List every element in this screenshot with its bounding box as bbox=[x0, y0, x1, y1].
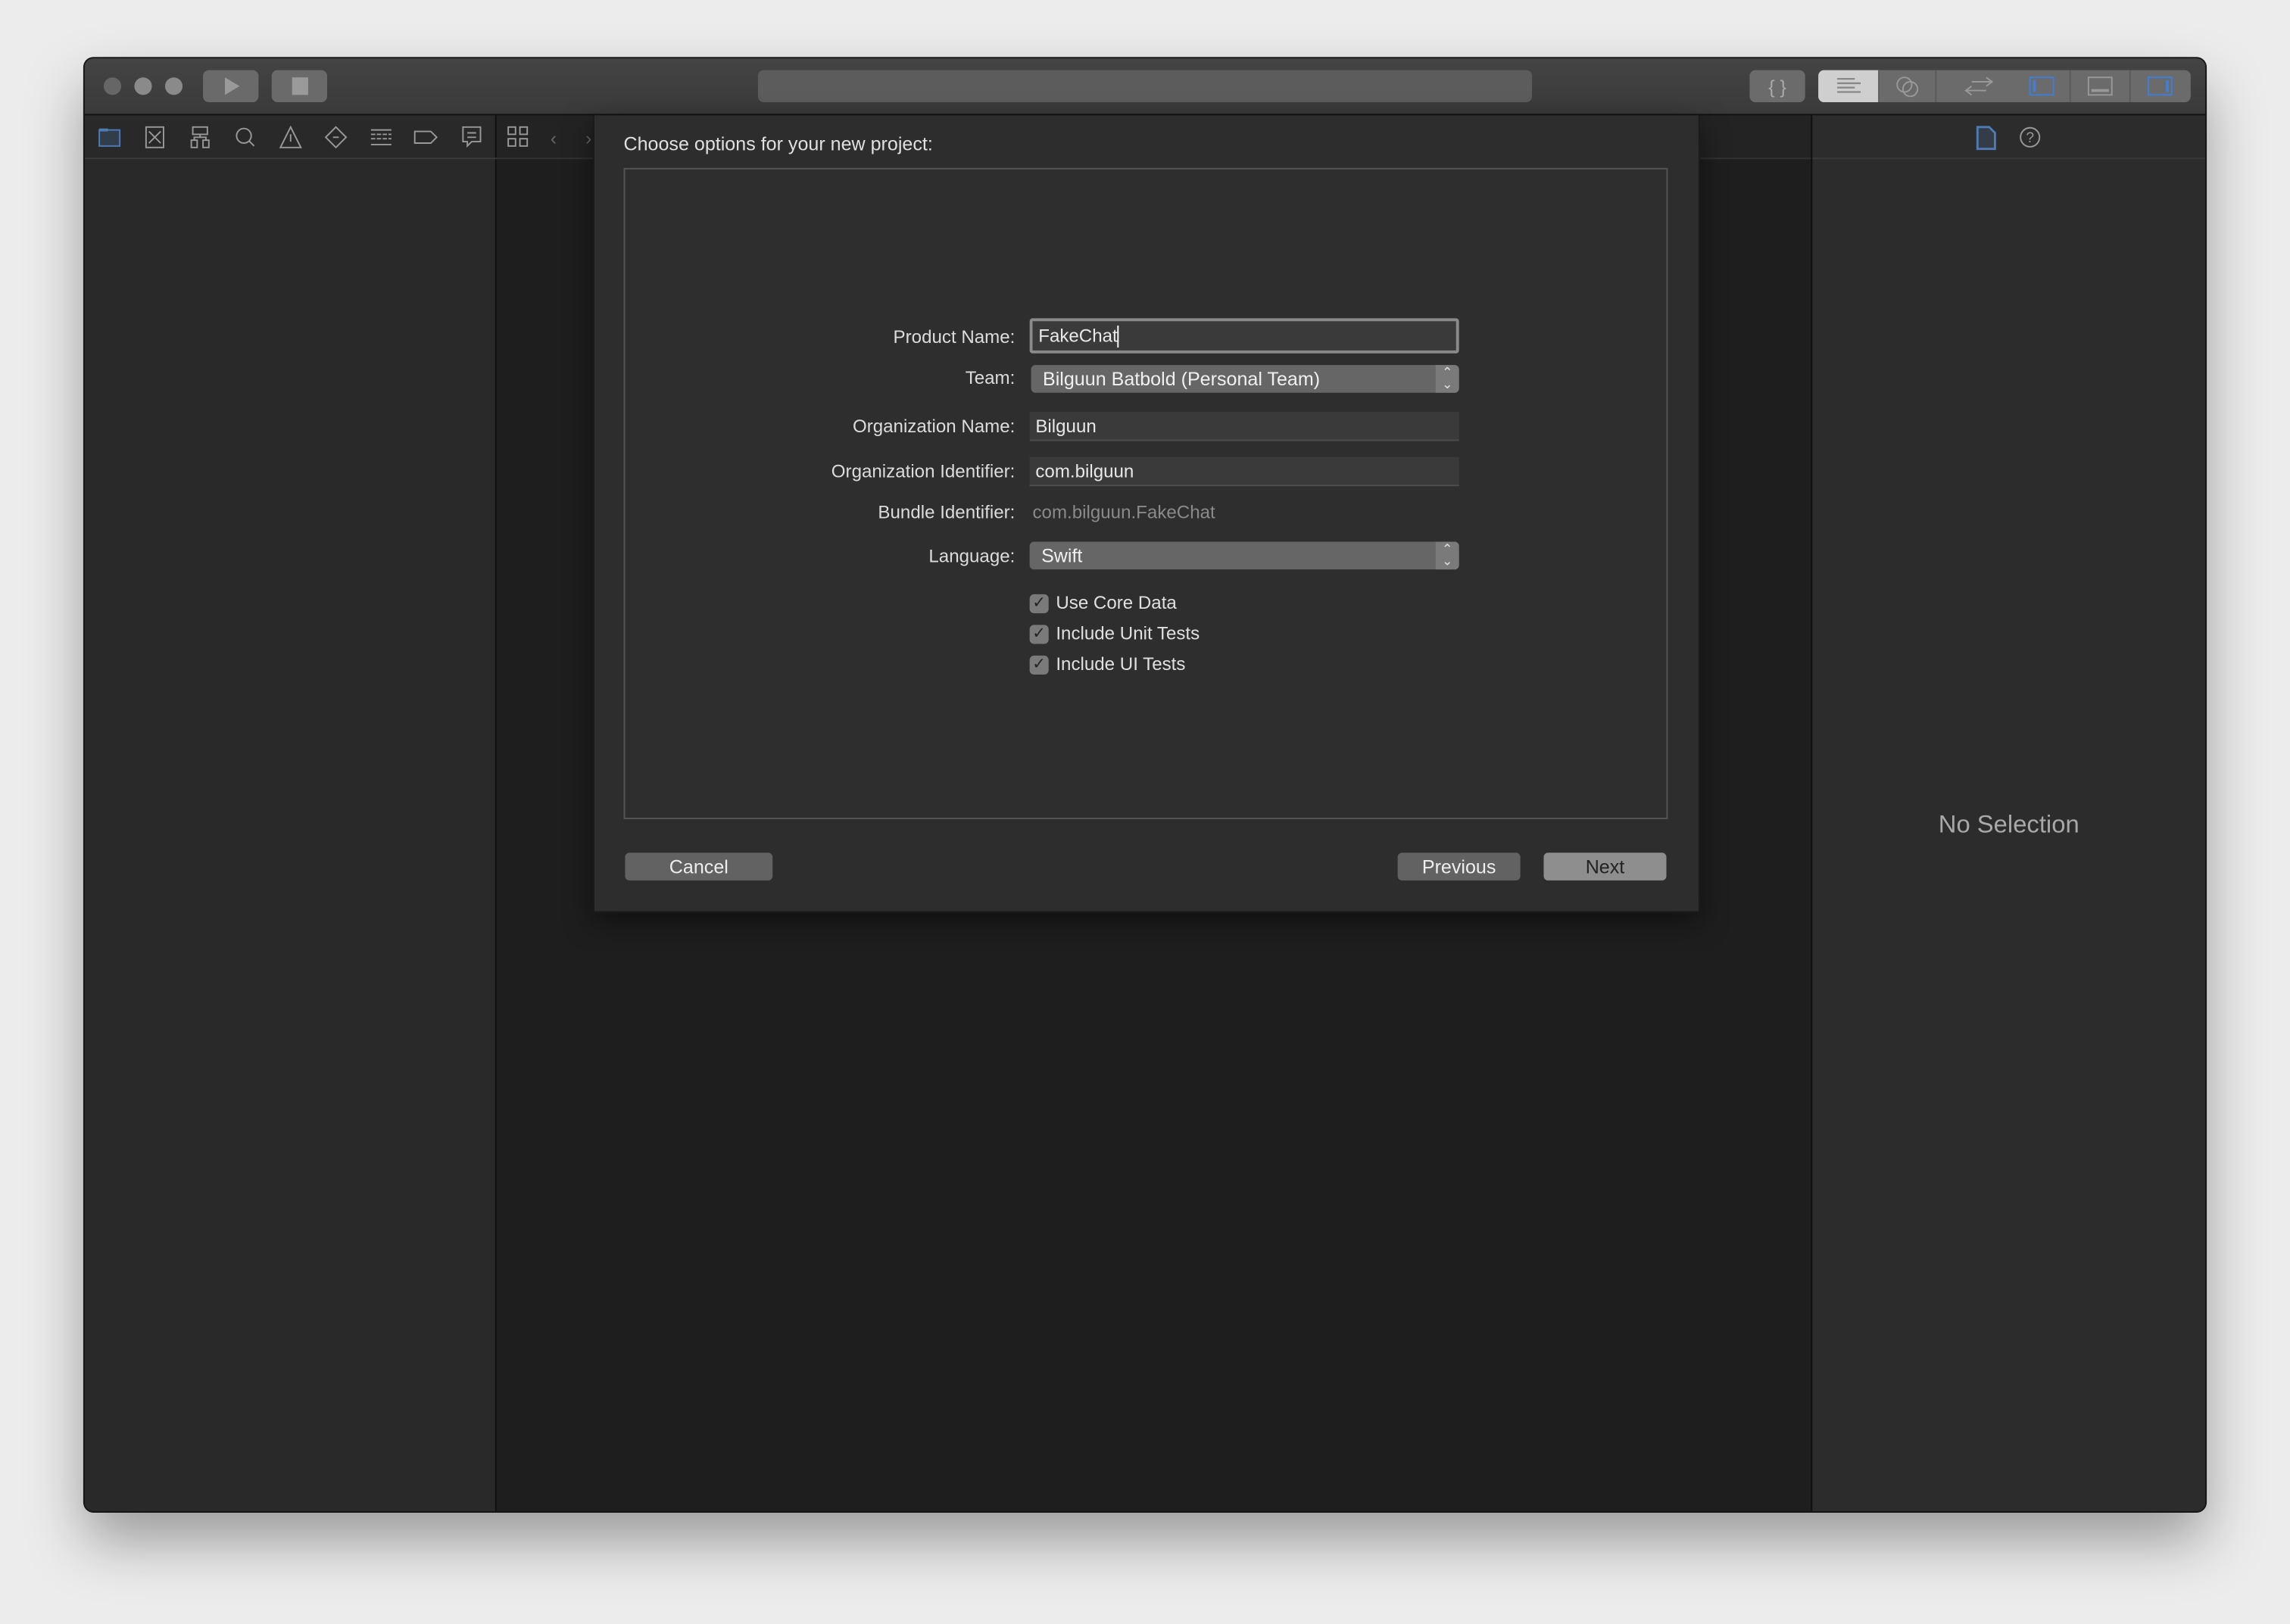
checkbox-label: Use Core Data bbox=[1056, 592, 1177, 613]
language-popup[interactable]: Swift ⌃ ⌄ bbox=[1029, 541, 1459, 570]
assistant-editor-icon[interactable] bbox=[1880, 70, 1937, 102]
help-icon[interactable]: ? bbox=[2017, 124, 2043, 151]
navigator-panel-icon[interactable] bbox=[2013, 70, 2072, 102]
xcode-window: { } ‹ › ? No Selection Choose options fo… bbox=[84, 58, 2206, 1512]
back-chevron-icon[interactable]: ‹ bbox=[541, 124, 567, 151]
checkbox-label: Include UI Tests bbox=[1056, 653, 1186, 675]
use-core-data-checkbox[interactable]: ✓ Use Core Data bbox=[1029, 592, 1177, 613]
test-diamond-icon[interactable] bbox=[323, 123, 349, 150]
file-icon[interactable] bbox=[1973, 124, 1999, 151]
cancel-button[interactable]: Cancel bbox=[625, 853, 773, 881]
sheet-title: Choose options for your new project: bbox=[623, 132, 933, 155]
checkbox-label: Include Unit Tests bbox=[1056, 623, 1200, 644]
bundle-identifier-value: com.bilguun.FakeChat bbox=[1032, 502, 1215, 523]
inspector-panel-icon[interactable] bbox=[2130, 70, 2191, 102]
standard-editor-icon[interactable] bbox=[1818, 70, 1880, 102]
team-label: Team: bbox=[965, 367, 1016, 388]
text-cursor bbox=[1117, 326, 1119, 348]
stop-icon bbox=[292, 77, 308, 95]
minimize-window-button[interactable] bbox=[134, 77, 152, 95]
debug-list-icon[interactable] bbox=[368, 123, 395, 150]
product-name-label: Product Name: bbox=[893, 326, 1016, 348]
inspector-pane: ? No Selection bbox=[1812, 115, 2206, 1512]
play-icon bbox=[224, 77, 240, 95]
report-bubble-icon[interactable] bbox=[459, 123, 485, 150]
activity-view bbox=[757, 70, 1533, 102]
product-name-value: FakeChat bbox=[1038, 326, 1118, 347]
stop-button[interactable] bbox=[271, 70, 327, 102]
navigator-pane bbox=[84, 115, 507, 1512]
include-unit-tests-checkbox[interactable]: ✓ Include Unit Tests bbox=[1029, 623, 1200, 644]
options-box bbox=[623, 167, 1668, 819]
editor-mode-control[interactable] bbox=[1818, 70, 2023, 102]
checkmark-icon: ✓ bbox=[1029, 654, 1049, 675]
next-button[interactable]: Next bbox=[1543, 853, 1667, 881]
inspector-selector-bar: ? bbox=[1812, 115, 2206, 160]
zoom-window-button[interactable] bbox=[164, 77, 183, 95]
product-name-input[interactable]: FakeChat bbox=[1029, 318, 1459, 354]
organization-identifier-label: Organization Identifier: bbox=[831, 461, 1016, 482]
library-button[interactable]: { } bbox=[1749, 70, 1805, 102]
related-items-icon[interactable] bbox=[505, 124, 532, 151]
panel-toggle-control[interactable] bbox=[2012, 70, 2191, 102]
bundle-identifier-label: Bundle Identifier: bbox=[878, 502, 1016, 523]
language-label: Language: bbox=[928, 546, 1016, 567]
debug-area-icon[interactable] bbox=[2071, 70, 2131, 102]
include-ui-tests-checkbox[interactable]: ✓ Include UI Tests bbox=[1029, 653, 1186, 675]
checkmark-icon: ✓ bbox=[1029, 624, 1049, 644]
language-value: Swift bbox=[1041, 544, 1083, 567]
organization-identifier-input[interactable]: com.bilguun bbox=[1029, 457, 1459, 487]
braces-icon: { } bbox=[1768, 75, 1786, 98]
navigator-selector-bar bbox=[84, 115, 507, 160]
breakpoint-tag-icon[interactable] bbox=[413, 123, 440, 150]
close-window-button[interactable] bbox=[103, 77, 122, 95]
previous-button[interactable]: Previous bbox=[1397, 853, 1521, 881]
source-control-icon[interactable] bbox=[142, 123, 168, 150]
organization-name-input[interactable]: Bilguun bbox=[1029, 411, 1459, 441]
organization-name-label: Organization Name: bbox=[852, 416, 1016, 437]
symbol-hierarchy-icon[interactable] bbox=[187, 123, 214, 150]
toolbar: { } bbox=[84, 58, 2206, 116]
no-selection-label: No Selection bbox=[1938, 810, 2079, 838]
up-down-chevron-icon: ⌃ ⌄ bbox=[1435, 541, 1459, 570]
run-button[interactable] bbox=[203, 70, 259, 102]
folder-icon[interactable] bbox=[96, 123, 123, 150]
version-editor-icon[interactable] bbox=[1936, 70, 2023, 102]
search-icon[interactable] bbox=[232, 123, 259, 150]
team-popup[interactable]: Bilguun Batbold (Personal Team) ⌃ ⌄ bbox=[1031, 365, 1459, 393]
warning-icon[interactable] bbox=[277, 123, 304, 150]
checkmark-icon: ✓ bbox=[1029, 593, 1049, 613]
svg-text:?: ? bbox=[2026, 130, 2034, 146]
up-down-chevron-icon: ⌃ ⌄ bbox=[1435, 365, 1459, 393]
new-project-options-sheet: Choose options for your new project: Pro… bbox=[592, 115, 1700, 913]
team-value: Bilguun Batbold (Personal Team) bbox=[1042, 367, 1321, 390]
